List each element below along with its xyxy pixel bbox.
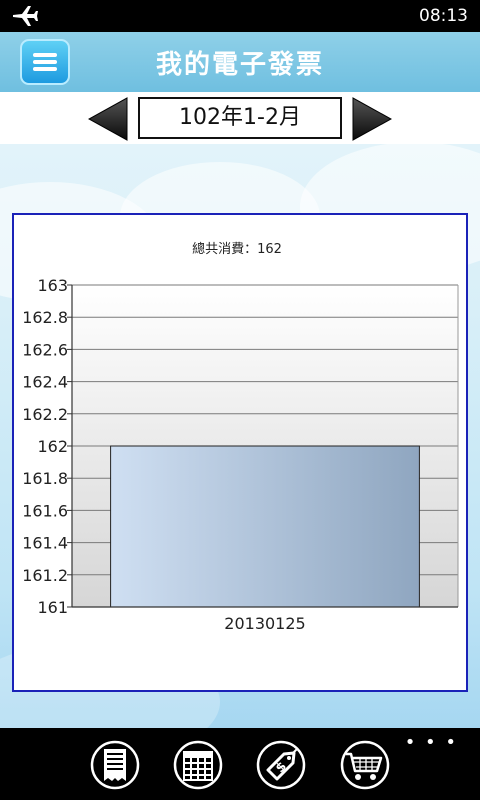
y-tick-label: 161.8 bbox=[22, 469, 68, 488]
y-tick-label: 162.2 bbox=[22, 405, 68, 424]
triangle-left-icon bbox=[88, 97, 128, 141]
previous-period-button[interactable] bbox=[88, 97, 128, 141]
y-tick-label: 162.4 bbox=[22, 373, 68, 392]
period-label[interactable]: 102年1-2月 bbox=[138, 97, 342, 139]
clock: 08:13 bbox=[419, 6, 468, 26]
receipt-icon bbox=[104, 749, 126, 781]
shopping-cart-button[interactable] bbox=[340, 740, 390, 790]
airplane-icon bbox=[13, 6, 38, 26]
shopping-cart-icon bbox=[346, 752, 383, 780]
hamburger-menu-icon bbox=[33, 53, 57, 57]
page-title: 我的電子發票 bbox=[155, 50, 324, 80]
chart-panel: 總共消費：162 161 161.2 161.4 161.6 161.8 162 162.2 1… bbox=[12, 213, 468, 692]
svg-text:$: $ bbox=[273, 759, 290, 776]
screen: 08:13 我的電子發票 102年1-2月 總共消費：162 161 161.2… bbox=[0, 0, 480, 800]
calendar-icon bbox=[183, 751, 213, 781]
calendar-button[interactable] bbox=[173, 740, 223, 790]
app-bar: • • • $ bbox=[0, 728, 480, 800]
x-tick-label: 20130125 bbox=[224, 614, 305, 633]
y-tick-label: 161 bbox=[37, 598, 68, 617]
y-tick-label: 162.8 bbox=[22, 308, 68, 327]
menu-button[interactable] bbox=[20, 39, 70, 85]
y-tick-label: 161.4 bbox=[22, 534, 68, 553]
period-selector: 102年1-2月 bbox=[0, 92, 480, 144]
invoice-receipt-button[interactable] bbox=[90, 740, 140, 790]
y-tick-label: 161.6 bbox=[22, 501, 68, 520]
more-options-button[interactable]: • • • bbox=[405, 732, 458, 753]
y-tick-label: 162 bbox=[37, 437, 68, 456]
next-period-button[interactable] bbox=[352, 97, 392, 141]
dollar-tag-icon: $ bbox=[266, 747, 299, 781]
chart-title: 總共消費：162 bbox=[192, 241, 282, 257]
app-header: 我的電子發票 bbox=[0, 32, 480, 92]
y-tick-label: 161.2 bbox=[22, 566, 68, 585]
bar bbox=[110, 445, 420, 608]
bar-chart: 總共消費：162 161 161.2 161.4 161.6 161.8 162 162.2 1… bbox=[22, 241, 459, 633]
triangle-right-icon bbox=[352, 97, 392, 141]
y-tick-label: 162.6 bbox=[22, 340, 68, 359]
content-area: 我的電子發票 102年1-2月 總共消費：162 161 161.2 161.4… bbox=[0, 32, 480, 728]
price-tag-button[interactable]: $ bbox=[256, 740, 306, 790]
status-bar: 08:13 bbox=[0, 0, 480, 32]
hamburger-menu-icon bbox=[33, 67, 57, 71]
hamburger-menu-icon bbox=[33, 60, 57, 64]
y-tick-label: 163 bbox=[37, 276, 68, 295]
